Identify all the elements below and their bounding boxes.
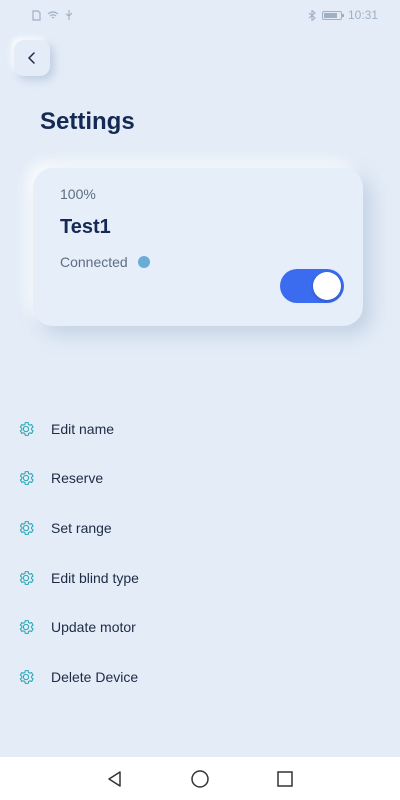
gear-icon <box>16 419 36 439</box>
battery-icon <box>321 10 344 20</box>
nav-home-button[interactable] <box>189 768 211 790</box>
gear-icon <box>16 568 36 588</box>
gear-icon <box>16 617 36 637</box>
connection-status-label: Connected <box>60 254 128 270</box>
connection-status-dot <box>137 256 150 268</box>
device-card: 100% Test1 Connected <box>33 168 363 326</box>
status-icons-right: 10:31 <box>308 8 378 22</box>
recents-square-icon <box>277 771 293 787</box>
nav-recents-button[interactable] <box>274 768 296 790</box>
device-name: Test1 <box>60 216 111 238</box>
back-triangle-icon <box>108 771 121 787</box>
sim-icon <box>32 9 41 21</box>
usb-icon <box>65 9 73 20</box>
menu-item-reserve[interactable]: Reserve <box>16 454 386 504</box>
menu-item-label: Set range <box>51 519 112 536</box>
device-power-toggle[interactable] <box>280 269 344 303</box>
status-bar: 10:31 <box>0 0 400 30</box>
menu-item-edit-name[interactable]: Edit name <box>16 404 386 454</box>
menu-item-label: Delete Device <box>51 668 139 685</box>
system-navigation-bar <box>0 757 400 800</box>
wifi-signal-icon <box>47 11 59 19</box>
connection-status: Connected <box>60 254 150 270</box>
menu-item-set-range[interactable]: Set range <box>16 503 386 553</box>
page-title: Settings <box>40 108 135 135</box>
menu-item-label: Reserve <box>51 470 104 487</box>
menu-item-edit-blind-type[interactable]: Edit blind type <box>16 553 386 603</box>
menu-item-label: Update motor <box>51 619 136 636</box>
home-circle-icon <box>191 770 209 788</box>
nav-back-button[interactable] <box>104 768 126 790</box>
device-position-percent: 100% <box>60 186 96 202</box>
settings-menu: Edit name Reserve Set range Edit blind t… <box>16 404 386 702</box>
menu-item-update-motor[interactable]: Update motor <box>16 602 386 652</box>
status-time: 10:31 <box>347 8 378 22</box>
gear-icon <box>16 518 36 538</box>
menu-item-label: Edit name <box>51 420 115 437</box>
back-button[interactable] <box>14 40 50 76</box>
gear-icon <box>16 667 36 687</box>
menu-item-label: Edit blind type <box>51 569 139 586</box>
toggle-knob <box>313 272 341 300</box>
bluetooth-icon <box>308 9 316 21</box>
menu-item-delete-device[interactable]: Delete Device <box>16 652 386 702</box>
gear-icon <box>16 468 36 488</box>
status-icons-left <box>32 9 73 21</box>
chevron-left-icon <box>28 52 35 64</box>
